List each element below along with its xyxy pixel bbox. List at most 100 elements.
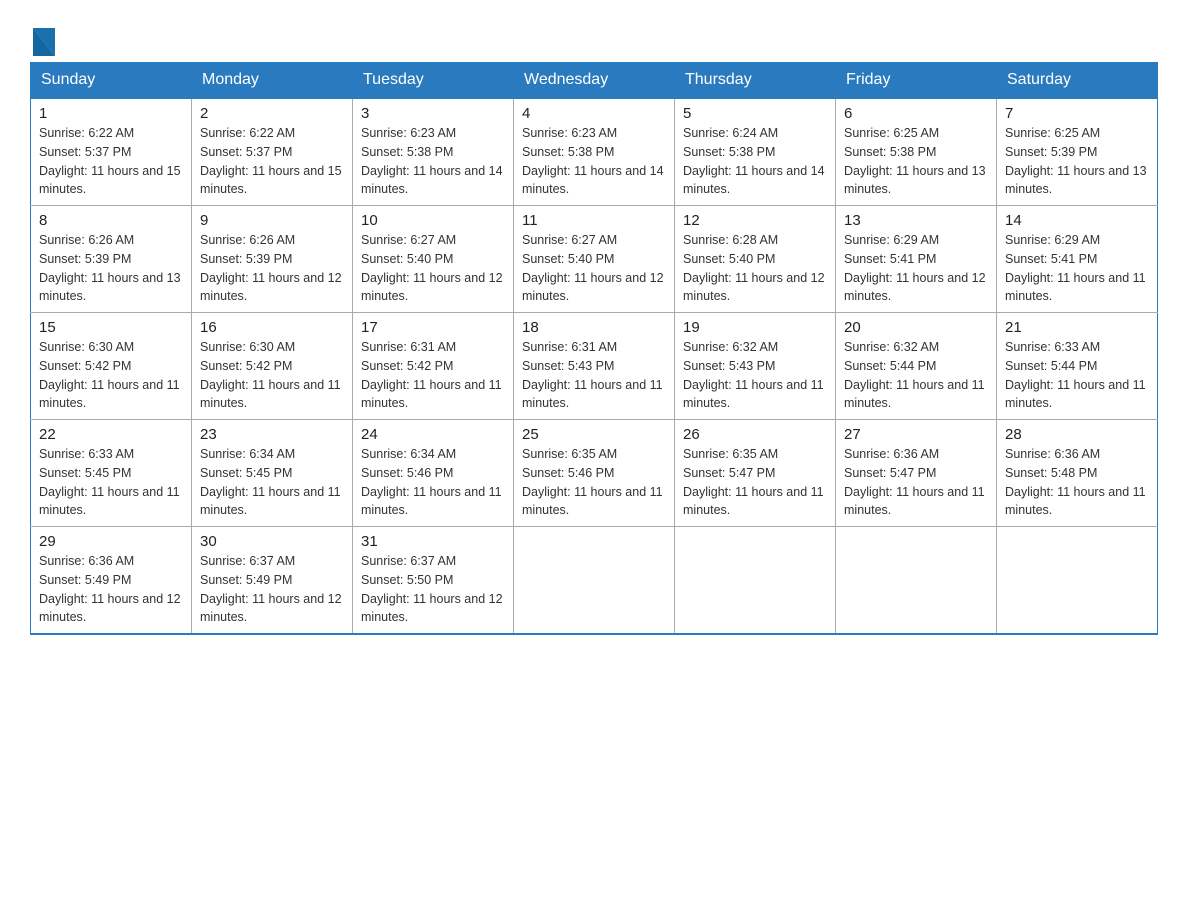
calendar-week-row: 1 Sunrise: 6:22 AM Sunset: 5:37 PM Dayli… — [31, 98, 1158, 206]
calendar-cell: 9 Sunrise: 6:26 AM Sunset: 5:39 PM Dayli… — [192, 206, 353, 313]
day-info: Sunrise: 6:32 AM Sunset: 5:43 PM Dayligh… — [683, 338, 827, 413]
calendar-cell: 14 Sunrise: 6:29 AM Sunset: 5:41 PM Dayl… — [997, 206, 1158, 313]
header-monday: Monday — [192, 63, 353, 99]
day-info: Sunrise: 6:28 AM Sunset: 5:40 PM Dayligh… — [683, 231, 827, 306]
calendar-week-row: 22 Sunrise: 6:33 AM Sunset: 5:45 PM Dayl… — [31, 420, 1158, 527]
calendar-cell: 15 Sunrise: 6:30 AM Sunset: 5:42 PM Dayl… — [31, 313, 192, 420]
calendar-cell: 18 Sunrise: 6:31 AM Sunset: 5:43 PM Dayl… — [514, 313, 675, 420]
calendar-cell: 10 Sunrise: 6:27 AM Sunset: 5:40 PM Dayl… — [353, 206, 514, 313]
day-info: Sunrise: 6:27 AM Sunset: 5:40 PM Dayligh… — [361, 231, 505, 306]
calendar-cell: 24 Sunrise: 6:34 AM Sunset: 5:46 PM Dayl… — [353, 420, 514, 527]
day-info: Sunrise: 6:29 AM Sunset: 5:41 PM Dayligh… — [1005, 231, 1149, 306]
calendar-cell: 11 Sunrise: 6:27 AM Sunset: 5:40 PM Dayl… — [514, 206, 675, 313]
day-number: 2 — [200, 105, 344, 122]
day-info: Sunrise: 6:35 AM Sunset: 5:47 PM Dayligh… — [683, 445, 827, 520]
day-info: Sunrise: 6:30 AM Sunset: 5:42 PM Dayligh… — [200, 338, 344, 413]
day-info: Sunrise: 6:33 AM Sunset: 5:45 PM Dayligh… — [39, 445, 183, 520]
day-number: 10 — [361, 212, 505, 229]
day-info: Sunrise: 6:33 AM Sunset: 5:44 PM Dayligh… — [1005, 338, 1149, 413]
calendar-cell — [514, 527, 675, 635]
day-number: 1 — [39, 105, 183, 122]
day-number: 29 — [39, 533, 183, 550]
day-number: 3 — [361, 105, 505, 122]
day-info: Sunrise: 6:34 AM Sunset: 5:46 PM Dayligh… — [361, 445, 505, 520]
calendar-cell: 22 Sunrise: 6:33 AM Sunset: 5:45 PM Dayl… — [31, 420, 192, 527]
header-thursday: Thursday — [675, 63, 836, 99]
day-number: 23 — [200, 426, 344, 443]
day-info: Sunrise: 6:22 AM Sunset: 5:37 PM Dayligh… — [200, 124, 344, 199]
header-wednesday: Wednesday — [514, 63, 675, 99]
calendar-cell: 12 Sunrise: 6:28 AM Sunset: 5:40 PM Dayl… — [675, 206, 836, 313]
calendar-week-row: 29 Sunrise: 6:36 AM Sunset: 5:49 PM Dayl… — [31, 527, 1158, 635]
day-number: 18 — [522, 319, 666, 336]
day-number: 20 — [844, 319, 988, 336]
day-info: Sunrise: 6:35 AM Sunset: 5:46 PM Dayligh… — [522, 445, 666, 520]
day-number: 7 — [1005, 105, 1149, 122]
day-number: 13 — [844, 212, 988, 229]
day-number: 21 — [1005, 319, 1149, 336]
day-info: Sunrise: 6:31 AM Sunset: 5:42 PM Dayligh… — [361, 338, 505, 413]
day-info: Sunrise: 6:26 AM Sunset: 5:39 PM Dayligh… — [39, 231, 183, 306]
day-info: Sunrise: 6:36 AM Sunset: 5:49 PM Dayligh… — [39, 552, 183, 627]
calendar-cell: 1 Sunrise: 6:22 AM Sunset: 5:37 PM Dayli… — [31, 98, 192, 206]
calendar-cell: 21 Sunrise: 6:33 AM Sunset: 5:44 PM Dayl… — [997, 313, 1158, 420]
calendar-cell: 2 Sunrise: 6:22 AM Sunset: 5:37 PM Dayli… — [192, 98, 353, 206]
calendar-cell: 26 Sunrise: 6:35 AM Sunset: 5:47 PM Dayl… — [675, 420, 836, 527]
day-info: Sunrise: 6:34 AM Sunset: 5:45 PM Dayligh… — [200, 445, 344, 520]
day-info: Sunrise: 6:37 AM Sunset: 5:49 PM Dayligh… — [200, 552, 344, 627]
calendar-header-row: SundayMondayTuesdayWednesdayThursdayFrid… — [31, 63, 1158, 99]
calendar-cell — [675, 527, 836, 635]
day-number: 31 — [361, 533, 505, 550]
calendar-cell: 16 Sunrise: 6:30 AM Sunset: 5:42 PM Dayl… — [192, 313, 353, 420]
calendar-cell: 4 Sunrise: 6:23 AM Sunset: 5:38 PM Dayli… — [514, 98, 675, 206]
day-number: 16 — [200, 319, 344, 336]
logo — [30, 28, 55, 52]
calendar-cell — [836, 527, 997, 635]
day-number: 9 — [200, 212, 344, 229]
day-number: 24 — [361, 426, 505, 443]
calendar-cell: 23 Sunrise: 6:34 AM Sunset: 5:45 PM Dayl… — [192, 420, 353, 527]
day-info: Sunrise: 6:26 AM Sunset: 5:39 PM Dayligh… — [200, 231, 344, 306]
header-saturday: Saturday — [997, 63, 1158, 99]
day-number: 6 — [844, 105, 988, 122]
calendar-cell: 28 Sunrise: 6:36 AM Sunset: 5:48 PM Dayl… — [997, 420, 1158, 527]
day-info: Sunrise: 6:37 AM Sunset: 5:50 PM Dayligh… — [361, 552, 505, 627]
header-friday: Friday — [836, 63, 997, 99]
day-number: 30 — [200, 533, 344, 550]
header-tuesday: Tuesday — [353, 63, 514, 99]
logo-icon — [33, 28, 55, 56]
page-header — [30, 20, 1158, 52]
day-number: 11 — [522, 212, 666, 229]
day-info: Sunrise: 6:36 AM Sunset: 5:47 PM Dayligh… — [844, 445, 988, 520]
calendar-week-row: 8 Sunrise: 6:26 AM Sunset: 5:39 PM Dayli… — [31, 206, 1158, 313]
day-number: 25 — [522, 426, 666, 443]
day-number: 15 — [39, 319, 183, 336]
day-info: Sunrise: 6:23 AM Sunset: 5:38 PM Dayligh… — [361, 124, 505, 199]
calendar-cell: 29 Sunrise: 6:36 AM Sunset: 5:49 PM Dayl… — [31, 527, 192, 635]
calendar-cell: 25 Sunrise: 6:35 AM Sunset: 5:46 PM Dayl… — [514, 420, 675, 527]
day-info: Sunrise: 6:24 AM Sunset: 5:38 PM Dayligh… — [683, 124, 827, 199]
day-info: Sunrise: 6:27 AM Sunset: 5:40 PM Dayligh… — [522, 231, 666, 306]
day-number: 8 — [39, 212, 183, 229]
calendar-cell: 31 Sunrise: 6:37 AM Sunset: 5:50 PM Dayl… — [353, 527, 514, 635]
day-info: Sunrise: 6:22 AM Sunset: 5:37 PM Dayligh… — [39, 124, 183, 199]
day-number: 17 — [361, 319, 505, 336]
day-info: Sunrise: 6:30 AM Sunset: 5:42 PM Dayligh… — [39, 338, 183, 413]
calendar-week-row: 15 Sunrise: 6:30 AM Sunset: 5:42 PM Dayl… — [31, 313, 1158, 420]
day-info: Sunrise: 6:29 AM Sunset: 5:41 PM Dayligh… — [844, 231, 988, 306]
day-info: Sunrise: 6:25 AM Sunset: 5:39 PM Dayligh… — [1005, 124, 1149, 199]
calendar-cell: 13 Sunrise: 6:29 AM Sunset: 5:41 PM Dayl… — [836, 206, 997, 313]
calendar-cell: 8 Sunrise: 6:26 AM Sunset: 5:39 PM Dayli… — [31, 206, 192, 313]
calendar-cell: 6 Sunrise: 6:25 AM Sunset: 5:38 PM Dayli… — [836, 98, 997, 206]
day-number: 22 — [39, 426, 183, 443]
calendar-cell: 17 Sunrise: 6:31 AM Sunset: 5:42 PM Dayl… — [353, 313, 514, 420]
calendar-cell — [997, 527, 1158, 635]
calendar-cell: 5 Sunrise: 6:24 AM Sunset: 5:38 PM Dayli… — [675, 98, 836, 206]
day-number: 26 — [683, 426, 827, 443]
day-number: 28 — [1005, 426, 1149, 443]
header-sunday: Sunday — [31, 63, 192, 99]
day-number: 5 — [683, 105, 827, 122]
calendar-cell: 19 Sunrise: 6:32 AM Sunset: 5:43 PM Dayl… — [675, 313, 836, 420]
calendar-cell: 7 Sunrise: 6:25 AM Sunset: 5:39 PM Dayli… — [997, 98, 1158, 206]
day-info: Sunrise: 6:36 AM Sunset: 5:48 PM Dayligh… — [1005, 445, 1149, 520]
